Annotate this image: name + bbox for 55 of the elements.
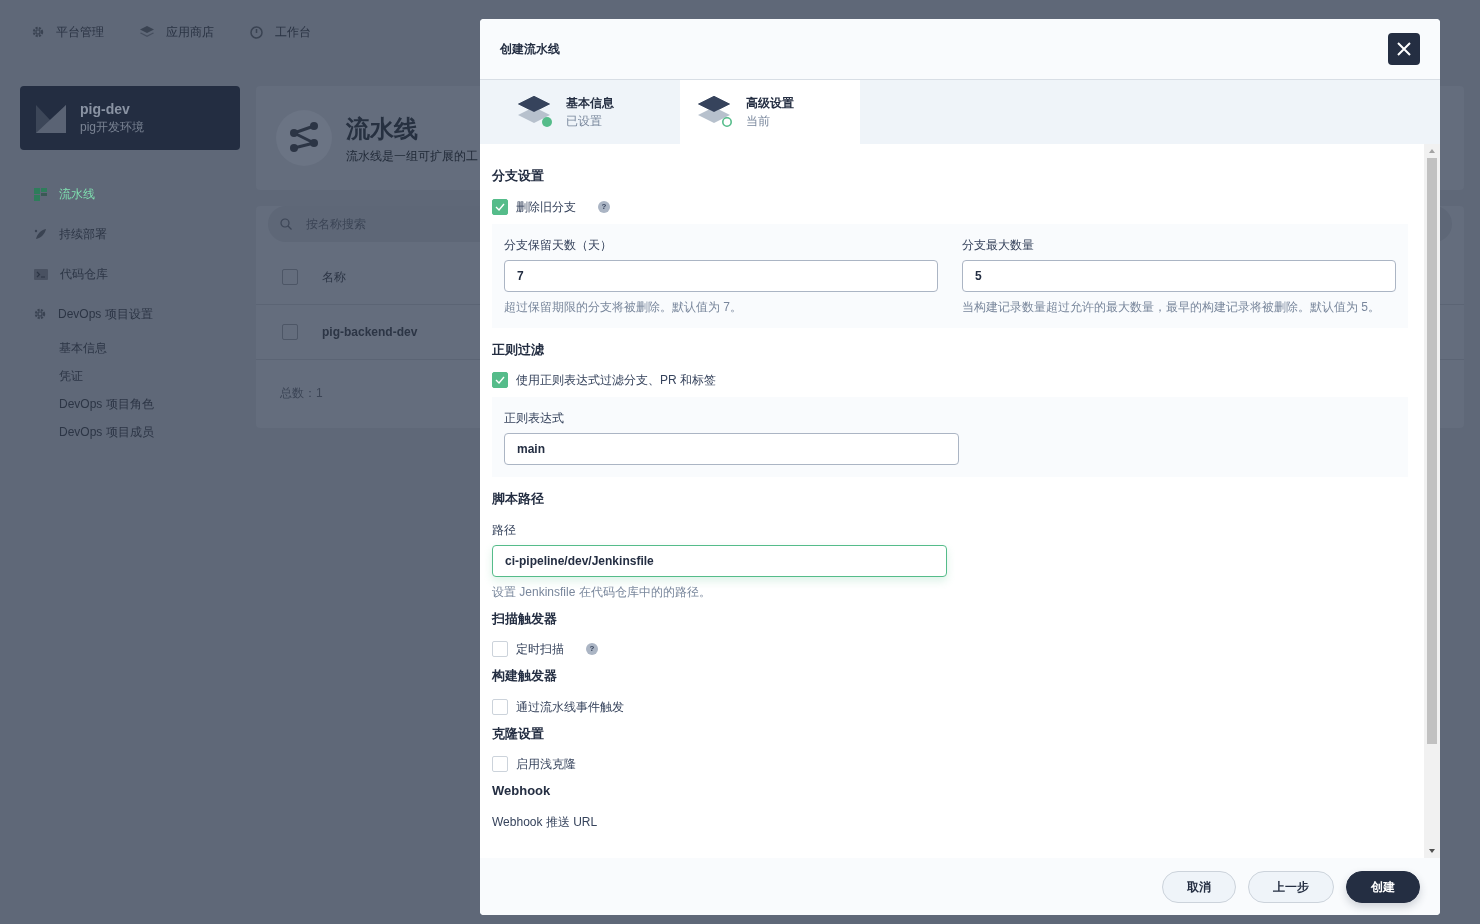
create-button[interactable]: 创建 bbox=[1346, 870, 1420, 903]
scrollbar[interactable] bbox=[1424, 144, 1440, 858]
footer-button[interactable]: 上一步 bbox=[1248, 870, 1334, 903]
checkbox[interactable] bbox=[492, 198, 508, 215]
checkbox-label: 使用正则表达式过滤分支、PR 和标签 bbox=[516, 372, 716, 389]
section-title: Webhook bbox=[492, 782, 552, 800]
section-title: 正则过滤 bbox=[492, 340, 545, 359]
section-title: 扫描触发器 bbox=[492, 609, 558, 628]
check-icon bbox=[495, 376, 505, 384]
field-label: 分支最大数量 bbox=[962, 236, 1035, 254]
checkbox-label: 删除旧分支 bbox=[516, 198, 576, 216]
help-icon[interactable]: ? bbox=[586, 643, 598, 655]
step-tab[interactable]: 高级设置 当前 bbox=[680, 80, 860, 144]
search-icon bbox=[280, 218, 292, 230]
hint-text: 设置 Jenkinsfile 在代码仓库中的的路径。 bbox=[492, 583, 712, 601]
field-label: 分支保留天数（天） bbox=[504, 236, 613, 254]
project-logo-icon bbox=[36, 103, 66, 133]
layers-icon bbox=[140, 26, 154, 38]
checkbox-label: 通过流水线事件触发 bbox=[516, 698, 624, 716]
pipeline-icon bbox=[276, 110, 332, 166]
input-field[interactable]: 5 bbox=[962, 259, 1396, 292]
checkbox[interactable] bbox=[492, 372, 508, 388]
gear-icon bbox=[34, 308, 46, 320]
hint-text: 超过保留期限的分支将被删除。默认值为 7。 bbox=[504, 298, 743, 316]
checkbox-label: 定时扫描 bbox=[516, 641, 564, 658]
check-icon bbox=[495, 202, 505, 211]
section-title: 构建触发器 bbox=[492, 667, 558, 685]
page-title: 流水线 bbox=[346, 114, 419, 144]
input-field[interactable]: 7 bbox=[504, 259, 938, 292]
grid-icon bbox=[34, 187, 47, 201]
help-icon[interactable]: ? bbox=[598, 200, 610, 213]
project-description: pig开发环境 bbox=[80, 119, 144, 136]
section-title: 克隆设置 bbox=[492, 724, 545, 743]
section-title: 脚本路径 bbox=[492, 490, 545, 508]
layers-icon bbox=[518, 95, 554, 129]
terminal-icon bbox=[34, 268, 48, 280]
gear-icon bbox=[32, 26, 44, 38]
input-field[interactable]: main bbox=[504, 433, 959, 465]
dialog-title: 创建流水线 bbox=[500, 41, 560, 58]
field-label: Webhook 推送 URL bbox=[492, 813, 599, 831]
close-button[interactable] bbox=[1388, 33, 1420, 65]
field-label: 正则表达式 bbox=[504, 410, 565, 427]
field-label: 路径 bbox=[492, 521, 517, 539]
sidebar-item[interactable]: 流水线 bbox=[20, 174, 240, 214]
rocket-icon bbox=[34, 227, 47, 241]
footer-button[interactable]: 取消 bbox=[1162, 870, 1236, 903]
dashboard-icon bbox=[250, 25, 263, 39]
section-title: 分支设置 bbox=[492, 167, 545, 185]
close-icon bbox=[1397, 42, 1411, 56]
project-name: pig-dev bbox=[80, 100, 131, 118]
checkbox-label: 启用浅克隆 bbox=[516, 756, 576, 773]
table-cell-text: pig-backend-dev bbox=[322, 324, 418, 341]
layers-icon bbox=[698, 95, 734, 129]
input-field[interactable]: ci-pipeline/dev/Jenkinsfile bbox=[492, 544, 947, 577]
hint-text: 当构建记录数量超过允许的最大数量，最早的构建记录将被删除。默认值为 5。 bbox=[962, 298, 1381, 316]
